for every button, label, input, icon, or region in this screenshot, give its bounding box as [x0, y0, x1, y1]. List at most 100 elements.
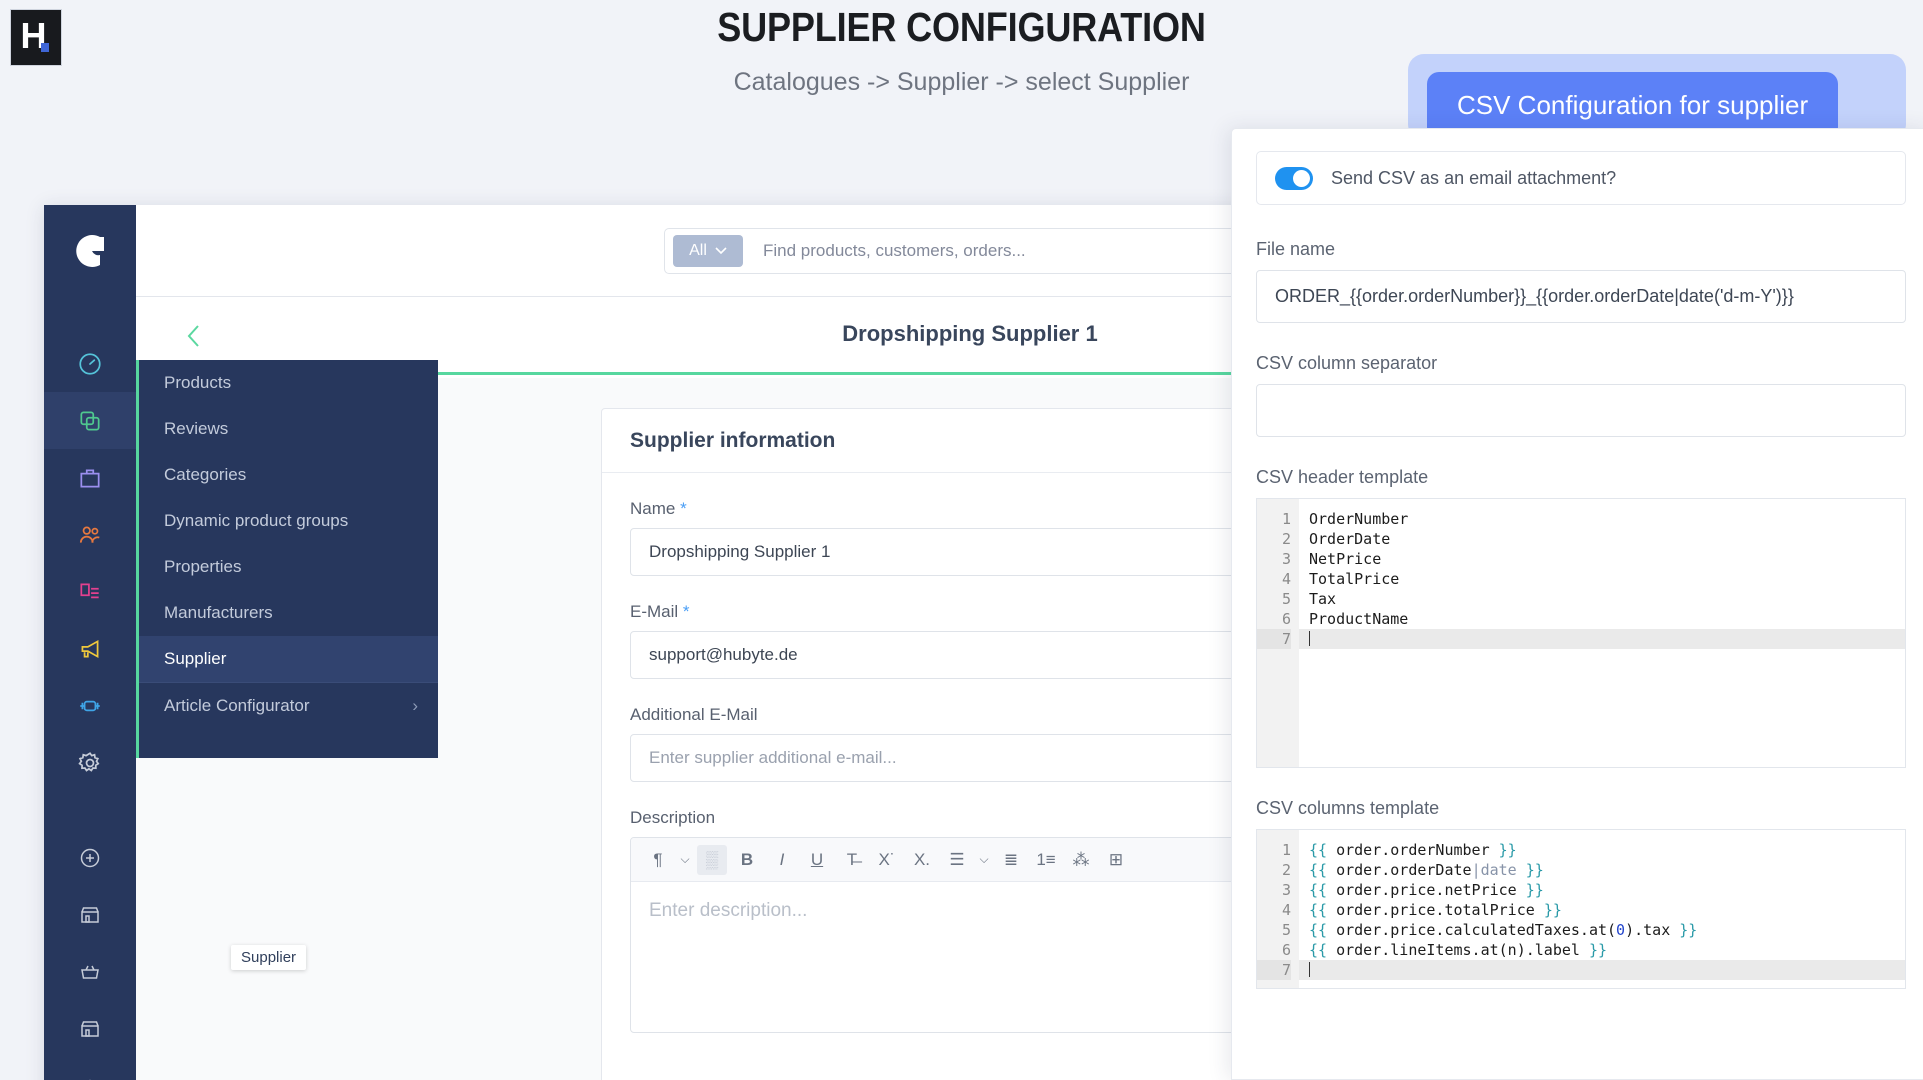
code-area[interactable]: {{ order.orderNumber }} {{ order.orderDat…: [1299, 830, 1905, 988]
flyout-item-products[interactable]: Products: [139, 360, 438, 406]
search-scope-label: All: [689, 242, 707, 259]
underline-icon[interactable]: U: [802, 845, 832, 875]
sidebar-item-customers[interactable]: [44, 506, 136, 563]
sidebar-item-catalogues[interactable]: [44, 392, 136, 449]
search-scope-selector[interactable]: All: [673, 235, 743, 267]
field-file-name: File name: [1256, 239, 1906, 323]
line-number-gutter: 1 2 3 4 5 67: [1257, 499, 1299, 767]
basket-icon[interactable]: [44, 943, 136, 1000]
csv-header-template-editor[interactable]: 1 2 3 4 5 67 OrderNumber OrderDate NetPrice Tota…: [1256, 498, 1906, 768]
line-number: 3: [1281, 550, 1291, 568]
code-line: ProductName: [1309, 610, 1409, 628]
page-title: SUPPLIER CONFIGURATION: [717, 4, 1206, 50]
flyout-item-properties[interactable]: Properties: [139, 544, 438, 590]
code-line: {{ order.price.totalPrice }}: [1309, 901, 1562, 919]
code-line: {{ order.orderNumber }}: [1309, 841, 1517, 859]
send-csv-toggle[interactable]: [1275, 166, 1313, 190]
superscript-icon[interactable]: X˙: [872, 845, 902, 875]
flyout-item-label: Properties: [164, 557, 242, 576]
storefront-icon[interactable]: [44, 886, 136, 943]
code-line: OrderDate: [1309, 530, 1391, 548]
code-line: [1299, 629, 1905, 649]
italic-icon[interactable]: I: [767, 845, 797, 875]
chevron-down-icon[interactable]: ⌵: [977, 845, 991, 875]
code-line: NetPrice: [1309, 550, 1382, 568]
file-name-label: File name: [1256, 239, 1336, 259]
csv-columns-template-label: CSV columns template: [1256, 798, 1440, 818]
sidebar-item-extensions[interactable]: [44, 677, 136, 734]
required-marker: *: [682, 602, 690, 621]
line-number: 5: [1281, 590, 1291, 608]
bold-icon[interactable]: B: [732, 845, 762, 875]
csv-configuration-panel: Send CSV as an email attachment? File na…: [1231, 128, 1923, 1080]
flyout-item-manufacturers[interactable]: Manufacturers: [139, 590, 438, 636]
subscript-icon[interactable]: X.: [907, 845, 937, 875]
field-csv-separator: CSV column separator: [1256, 353, 1906, 437]
send-csv-toggle-row[interactable]: Send CSV as an email attachment?: [1256, 151, 1906, 205]
csv-columns-template-editor[interactable]: 1234567 {{ order.orderNumber }}{{ order.…: [1256, 829, 1906, 989]
send-csv-toggle-label: Send CSV as an email attachment?: [1331, 167, 1617, 188]
sidebar-item-dashboard[interactable]: [44, 335, 136, 392]
flyout-item-article-configurator[interactable]: Article Configurator ›: [139, 682, 438, 728]
strikethrough-icon[interactable]: T̶: [837, 845, 867, 875]
table-icon[interactable]: ⊞: [1101, 845, 1131, 875]
hubyte-logo: H: [10, 9, 62, 66]
line-number: 1: [1281, 841, 1291, 859]
sidebar-item-content[interactable]: [44, 563, 136, 620]
flyout-item-label: Article Configurator: [164, 695, 310, 715]
flyout-item-label: Reviews: [164, 419, 229, 438]
line-number: 2: [1281, 861, 1291, 879]
text-color-icon[interactable]: ▒: [697, 844, 727, 875]
line-number-gutter: 1 2 3 4 5 67: [1257, 830, 1299, 988]
csv-header-template-label: CSV header template: [1256, 467, 1429, 487]
line-number: 4: [1281, 901, 1291, 919]
catalogues-flyout-menu: Products Reviews Categories Dynamic product…: [136, 360, 438, 758]
bullet-list-icon[interactable]: ≣: [996, 845, 1026, 875]
sidebar-item-marketing[interactable]: [44, 620, 136, 677]
chevron-down-icon: [715, 247, 727, 255]
flyout-item-label: Products: [164, 373, 232, 392]
storefront-icon[interactable]: [44, 1000, 136, 1057]
sidebar-item-settings[interactable]: [44, 734, 136, 791]
field-csv-header-template: CSV header template 1234567 OrderNumber O…: [1256, 467, 1906, 768]
code-line: [1299, 960, 1905, 980]
flyout-item-dynamic-product-groups[interactable]: Dynamic product groups: [139, 498, 438, 544]
line-number: 5: [1281, 921, 1291, 939]
line-number: 6: [1281, 610, 1291, 628]
required-marker: *: [680, 499, 687, 518]
line-number: 7: [1257, 629, 1291, 649]
csv-separator-label: CSV column separator: [1256, 353, 1438, 373]
field-csv-columns-template: CSV columns template 1 2 3 4 5 67 {{ order.or…: [1256, 798, 1906, 989]
paragraph-style-icon[interactable]: ¶: [643, 845, 673, 875]
ordered-list-icon[interactable]: 1≡: [1031, 845, 1061, 875]
chevron-down-icon[interactable]: ⌵: [678, 845, 692, 875]
file-name-input[interactable]: [1256, 270, 1906, 323]
flyout-item-supplier[interactable]: Supplier: [139, 636, 438, 682]
line-number: 4: [1281, 570, 1291, 588]
add-circle-icon[interactable]: [44, 829, 136, 886]
more-vertical-icon[interactable]: [44, 1057, 136, 1080]
flyout-item-label: Categories: [164, 465, 247, 484]
line-number: 3: [1281, 881, 1291, 899]
chevron-right-icon: ›: [412, 695, 418, 715]
code-area[interactable]: OrderNumber OrderDate NetPrice TotalPrice Ta…: [1299, 499, 1905, 767]
code-line: Tax: [1309, 590, 1337, 608]
code-line: TotalPrice: [1309, 570, 1400, 588]
toggle-knob: [1293, 169, 1310, 187]
logo-dot: [41, 43, 49, 52]
flyout-item-categories[interactable]: Categories: [139, 452, 438, 498]
sidebar-item-orders[interactable]: [44, 449, 136, 506]
line-number: 6: [1281, 941, 1291, 959]
csv-separator-input[interactable]: [1256, 384, 1906, 437]
line-number: 2: [1281, 530, 1291, 548]
shopware-logo-icon[interactable]: [44, 205, 136, 297]
code-line: {{ order.price.calculatedTaxes.at(0).tax…: [1309, 921, 1698, 939]
flyout-item-reviews[interactable]: Reviews: [139, 406, 438, 452]
flyout-item-label: Supplier: [164, 649, 227, 668]
code-line: {{ order.orderDate|date }}: [1309, 861, 1544, 879]
line-number: 1: [1281, 510, 1291, 528]
link-icon[interactable]: ⁂: [1066, 845, 1096, 875]
code-line: {{ order.lineItems.at(n).label }}: [1309, 941, 1608, 959]
align-icon[interactable]: ☰: [942, 845, 972, 875]
code-line: OrderNumber: [1309, 510, 1409, 528]
